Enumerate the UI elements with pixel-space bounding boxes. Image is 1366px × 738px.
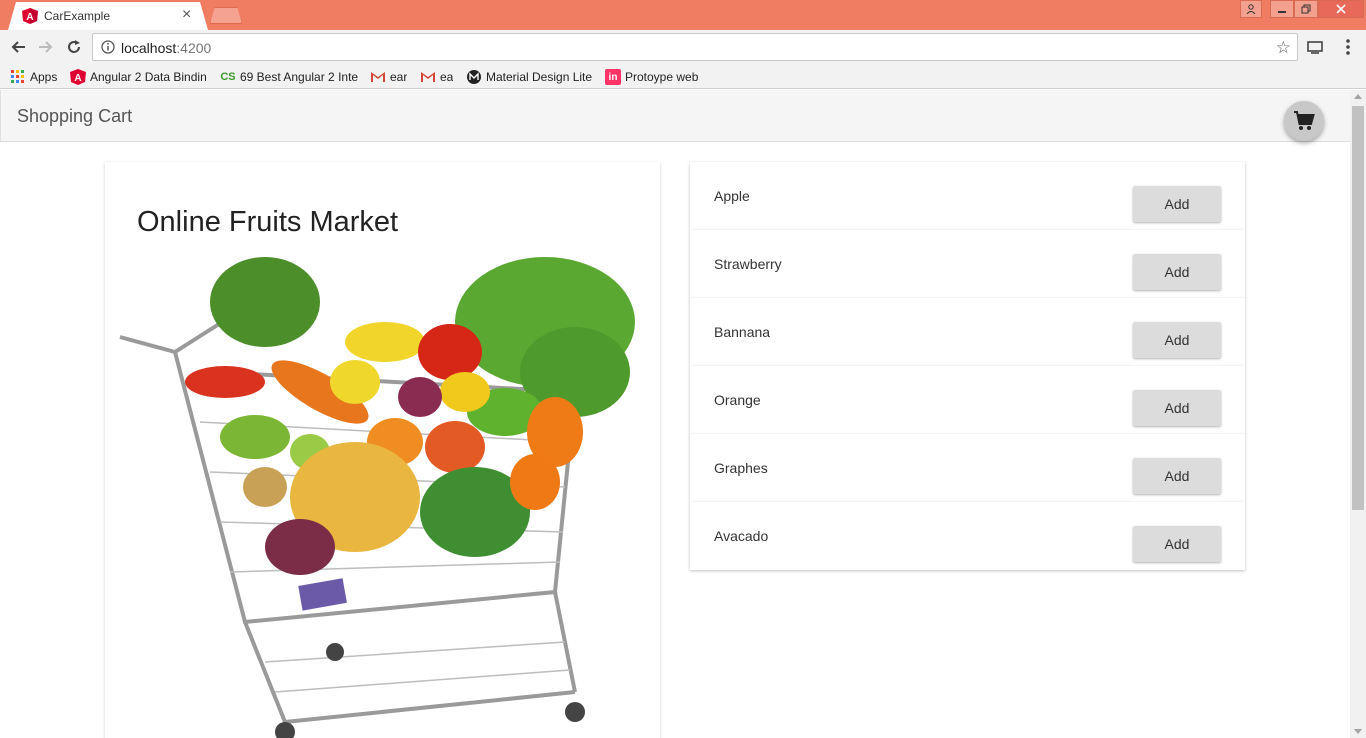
close-icon [1336,4,1346,14]
bookmark-apps[interactable]: Apps [10,68,57,86]
page-scrollbar[interactable] [1350,90,1366,738]
list-item: Apple Add [690,162,1245,230]
tab-close-icon[interactable]: × [182,6,191,24]
svg-text:A: A [26,12,33,23]
mdl-icon [467,70,481,84]
minimize-icon [1278,11,1286,13]
cart-button[interactable] [1284,101,1324,141]
invision-icon: in [605,69,621,85]
list-item: Bannana Add [690,298,1245,366]
browser-toolbar: localhost:4200 ☆ [0,30,1366,64]
fruit-name: Avacado [714,528,769,544]
angular-icon: A [70,69,86,85]
bookmarks-bar: Apps A Angular 2 Data Bindin CS 69 Best … [0,64,1366,89]
fruit-name: Strawberry [714,256,782,272]
add-avacado-button[interactable]: Add [1133,526,1221,562]
bookmark-material-design-lite[interactable]: Material Design Lite [466,68,592,86]
fruit-name: Orange [714,392,761,408]
svg-text:A: A [74,73,81,84]
add-orange-button[interactable]: Add [1133,390,1221,426]
forward-button[interactable] [34,35,58,59]
bookmark-gmail-ea[interactable]: ea [420,68,453,86]
list-item: Avacado Add [690,502,1245,570]
new-tab-button[interactable] [210,7,242,24]
add-bannana-button[interactable]: Add [1133,322,1221,358]
bookmark-gmail-ear[interactable]: ear [370,68,407,86]
fruit-name: Apple [714,188,750,204]
shopping-cart-icon [1294,111,1315,130]
page-viewport: Shopping Cart Online Fruits Market Apple… [0,90,1350,738]
bookmark-label: 69 Best Angular 2 Inte [240,70,358,84]
hero-title: Online Fruits Market [137,206,399,238]
back-arrow-icon [11,41,25,53]
cast-icon[interactable] [1306,38,1324,56]
scroll-down-arrow-icon[interactable] [1354,729,1362,734]
url-text: localhost:4200 [121,40,212,56]
bookmark-label: Protoype web [625,70,699,84]
add-strawberry-button[interactable]: Add [1133,254,1221,290]
bookmark-angular-interview[interactable]: CS 69 Best Angular 2 Inte [220,68,358,86]
bookmark-label: Angular 2 Data Bindin [90,70,207,84]
list-item: Strawberry Add [690,230,1245,298]
fruit-list: Apple Add Strawberry Add Bannana Add Ora… [690,162,1245,570]
app-header: Shopping Cart [0,90,1350,142]
more-menu-icon[interactable] [1338,37,1358,57]
bookmark-angular-data-binding[interactable]: A Angular 2 Data Bindin [70,68,210,86]
tab-title: CarExample [44,9,111,23]
fruit-name: Bannana [714,324,771,340]
bookmark-label: Apps [30,70,58,84]
bookmark-star-icon[interactable]: ☆ [1276,38,1291,58]
reload-icon [68,40,80,53]
scroll-up-arrow-icon[interactable] [1354,94,1362,99]
gmail-icon [371,72,385,82]
list-item: Graphes Add [690,434,1245,502]
bookmark-label: Material Design Lite [486,70,593,84]
bookmark-prototype-web[interactable]: in Protoype web [605,68,698,86]
reload-button[interactable] [62,35,86,59]
add-apple-button[interactable]: Add [1133,186,1221,222]
restore-icon [1301,4,1311,14]
shopping-cart-illustration [119,257,635,738]
browser-tabstrip: A CarExample × [0,0,1366,30]
scrollbar-thumb[interactable] [1352,106,1364,510]
app-title: Shopping Cart [17,106,133,126]
close-window-button[interactable] [1318,0,1364,18]
profile-button[interactable] [1240,0,1262,18]
list-item: Orange Add [690,366,1245,434]
user-icon [1246,4,1256,14]
add-graphes-button[interactable]: Add [1133,458,1221,494]
restore-button[interactable] [1294,0,1318,18]
gmail-icon [421,72,435,82]
hero-card: Online Fruits Market [105,162,660,738]
cs-icon: CS [220,71,236,83]
forward-arrow-icon [39,41,53,53]
bookmark-label: ear [390,70,408,84]
back-button[interactable] [6,35,30,59]
address-bar[interactable]: localhost:4200 ☆ [92,33,1298,61]
apps-grid-icon [11,70,24,83]
info-icon[interactable] [101,40,115,54]
minimize-button[interactable] [1270,0,1294,18]
fruit-name: Graphes [714,460,768,476]
browser-tab[interactable]: A CarExample × [8,2,208,30]
angular-icon: A [22,8,38,24]
bookmark-label: ea [440,70,454,84]
